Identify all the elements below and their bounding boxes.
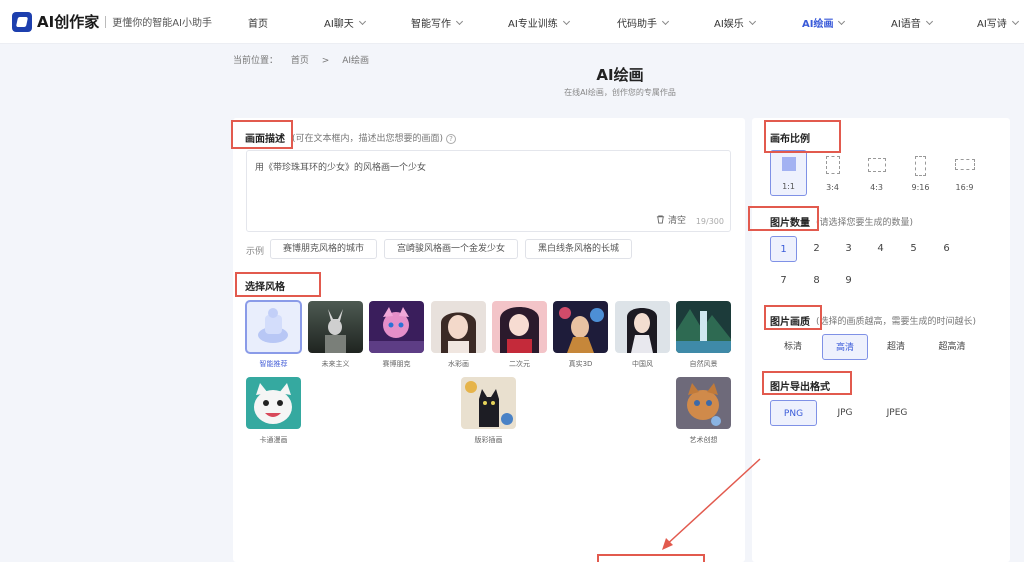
annotation-arrow xyxy=(662,458,761,550)
